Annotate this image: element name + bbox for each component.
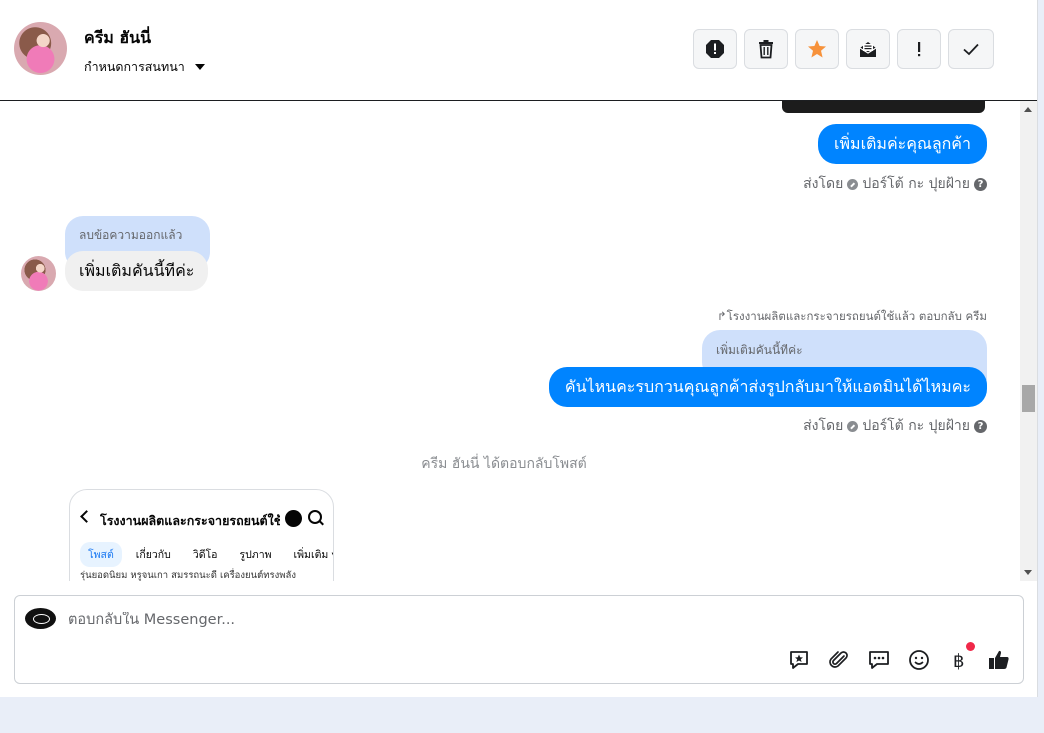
message-composer: ฿ (14, 595, 1024, 684)
mark-unread-button[interactable] (846, 29, 890, 69)
checkmark-icon (963, 43, 979, 56)
reply-context: ↱โรงงานผลิตและกระจายรถยนต์ใช้แล้ว ตอบกลั… (717, 309, 987, 323)
mark-done-button[interactable] (948, 29, 994, 69)
envelope-icon (859, 42, 877, 57)
exclamation-icon (918, 42, 921, 57)
reply-arrow-icon: ↱ (717, 309, 727, 323)
reply-input[interactable] (68, 612, 768, 628)
report-spam-button[interactable] (693, 29, 737, 69)
contact-avatar[interactable] (14, 22, 67, 75)
outgoing-message[interactable]: เพิ่มเติมค่ะคุณลูกค้า (818, 124, 987, 164)
composer-tools: ฿ (787, 642, 1011, 672)
contact-avatar-small[interactable] (21, 256, 56, 291)
delete-button[interactable] (744, 29, 788, 69)
outgoing-message[interactable]: คันไหนคะรบกวนคุณลูกค้าส่งรูปกลับมาให้แอด… (548, 367, 987, 407)
post-tab: วิดีโอ (192, 549, 218, 561)
image-attachment[interactable] (782, 101, 985, 113)
sent-by-label: ส่งโดย (803, 418, 844, 434)
star-button[interactable] (795, 29, 839, 69)
back-arrow-icon (80, 510, 93, 523)
contact-name[interactable]: ครีม ฮันนี่ (84, 26, 151, 51)
baht-icon: ฿ (953, 651, 964, 672)
scroll-up-arrow-icon[interactable] (1024, 107, 1032, 112)
conversation-panel: ครีม ฮันนี่ กำหนดการสนทนา เพิ่มเติมค่ะคุ… (0, 0, 1038, 697)
trash-icon (759, 40, 773, 59)
post-tabs: โพสต์ เกี่ยวกับ วิดีโอ รูปภาพ เพิ่มเติม … (80, 542, 334, 567)
post-tab: เกี่ยวกับ (135, 549, 171, 561)
sender-name: ปอร์โต้ กะ ปุยฝ้าย (862, 176, 970, 192)
caret-down-icon (194, 64, 205, 70)
post-tab: โพสต์ (80, 542, 122, 567)
verified-icon (847, 420, 859, 432)
notification-dot (966, 642, 975, 651)
sender-name: ปอร์โต้ กะ ปุยฝ้าย (862, 418, 970, 434)
page-logo (25, 608, 56, 629)
help-icon[interactable]: ? (974, 419, 987, 433)
sent-by-label: ส่งโดย (803, 176, 844, 192)
saved-reply-icon (790, 651, 808, 669)
payment-button[interactable]: ฿ (947, 642, 975, 672)
incoming-message[interactable]: เพิ่มเติมคันนี้ทีค่ะ (65, 251, 209, 291)
scroll-thumb[interactable] (1022, 385, 1035, 412)
thread-scrollbar[interactable] (1020, 101, 1037, 581)
assign-label: กำหนดการสนทนา (84, 59, 185, 74)
smiley-icon (909, 650, 929, 670)
attach-button[interactable] (827, 648, 851, 672)
post-page-title: โรงงานผลิตและกระจายรถยนต์ใช้แ... (100, 513, 280, 528)
octagon-alert-icon (706, 40, 724, 58)
post-reply-notice: ครีม ฮันนี่ ได้ตอบกลับโพสต์ (421, 456, 587, 472)
faq-button[interactable] (867, 648, 891, 672)
verified-icon (847, 178, 859, 190)
star-icon (808, 40, 826, 58)
sent-by-info: ส่งโดย ปอร์โต้ กะ ปุยฝ้าย ? (803, 173, 987, 195)
scroll-down-arrow-icon[interactable] (1024, 570, 1032, 575)
post-tab: เพิ่มเติม ▾ (293, 549, 334, 561)
important-button[interactable] (897, 29, 941, 69)
assign-conversation-dropdown[interactable]: กำหนดการสนทนา (84, 57, 205, 77)
search-icon (308, 510, 322, 524)
chat-bubble-icon (869, 651, 889, 669)
post-snippet: รุ่นยอดนิยม หรูจนเกา สมรรถนะดี เครื่องยน… (80, 570, 296, 581)
post-preview-card[interactable]: โรงงานผลิตและกระจายรถยนต์ใช้แ... โพสต์ เ… (69, 489, 334, 581)
thumbs-up-icon (989, 650, 1009, 669)
saved-reply-button[interactable] (787, 648, 811, 672)
messenger-icon (285, 510, 302, 527)
emoji-button[interactable] (907, 648, 931, 672)
like-button[interactable] (987, 648, 1011, 672)
message-thread[interactable]: เพิ่มเติมค่ะคุณลูกค้า ส่งโดย ปอร์โต้ กะ … (0, 101, 1020, 581)
sent-by-info: ส่งโดย ปอร์โต้ กะ ปุยฝ้าย ? (803, 415, 987, 437)
svg-text:฿: ฿ (953, 651, 964, 672)
header-actions (693, 29, 994, 69)
conversation-header: ครีม ฮันนี่ กำหนดการสนทนา (0, 0, 1037, 101)
paperclip-icon (829, 651, 848, 668)
help-icon[interactable]: ? (974, 177, 987, 191)
post-tab: รูปภาพ (239, 549, 272, 561)
